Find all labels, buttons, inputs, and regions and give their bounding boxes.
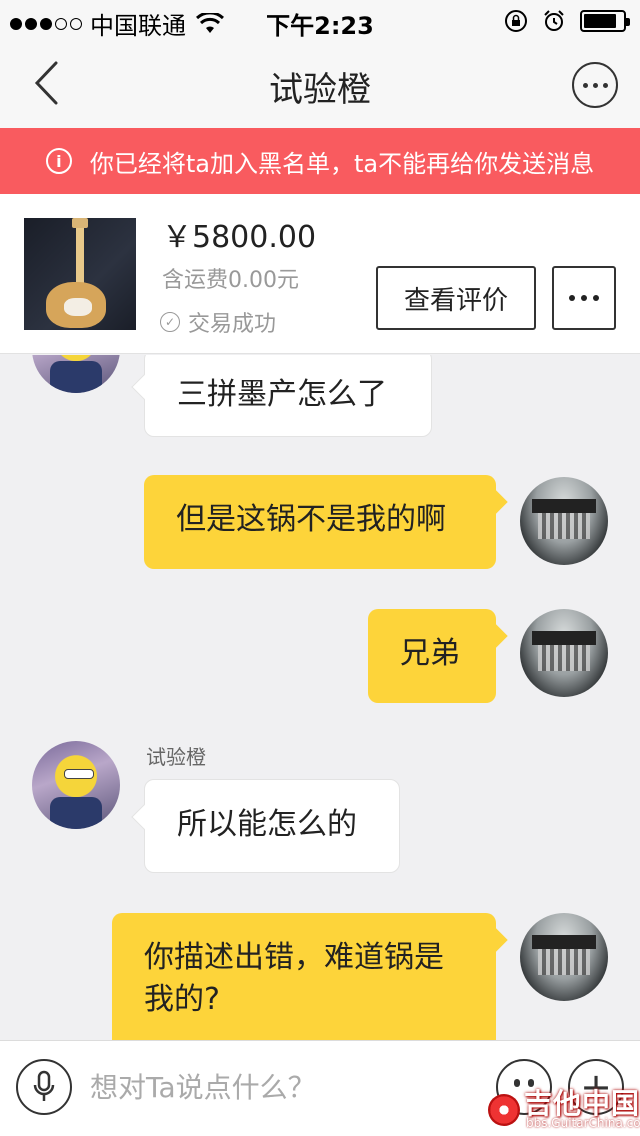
message-bubble-outgoing[interactable]: 兄弟 (368, 609, 508, 703)
message-text-line: 我的? (144, 982, 220, 1017)
my-avatar[interactable] (520, 609, 608, 697)
contact-avatar[interactable] (32, 741, 120, 829)
product-price: ￥5800.00 (162, 220, 317, 255)
shipping-fee: 含运费0.00元 (162, 268, 299, 293)
more-horizontal-icon (569, 295, 575, 301)
guitarchina-logo-icon (488, 1094, 520, 1126)
chat-messages[interactable]: 三拼墨产怎么了 但是这锅不是我的啊 兄弟 试验橙 所以能怎么的 你描述出错，难道… (0, 355, 640, 1040)
battery-icon (580, 10, 630, 32)
info-icon: i (45, 148, 72, 174)
my-avatar[interactable] (520, 477, 608, 565)
message-bubble-incoming[interactable]: 三拼墨产怎么了 (131, 355, 432, 437)
message-bubble-outgoing[interactable]: 但是这锅不是我的啊 (144, 475, 508, 569)
message-text: 三拼墨产怎么了 (177, 377, 387, 412)
nav-bar: 试验橙 (0, 40, 640, 128)
microphone-icon (33, 1070, 55, 1101)
trade-status: ✓ 交易成功 (160, 306, 276, 338)
alarm-icon (544, 10, 564, 31)
sender-name: 试验橙 (146, 745, 206, 769)
blacklist-banner: i 你已经将ta加入黑名单，ta不能再给你发送消息 (0, 128, 640, 194)
watermark-url: bbs.GuitarChina.com (526, 1116, 640, 1130)
my-avatar[interactable] (520, 913, 608, 1001)
view-review-button[interactable]: 查看评价 (376, 266, 536, 330)
message-bubble-incoming[interactable]: 所以能怎么的 (131, 779, 400, 873)
message-input[interactable] (90, 1059, 480, 1115)
check-circle-icon: ✓ (160, 312, 180, 332)
page-title: 试验橙 (269, 70, 371, 110)
watermark: 吉他中国 bbs.GuitarChina.com (484, 1080, 640, 1136)
message-text: 但是这锅不是我的啊 (176, 502, 446, 537)
more-options-button[interactable] (572, 62, 618, 108)
message-text: 兄弟 (400, 636, 460, 671)
message-text-line: 你描述出错，难道锅是 (144, 940, 444, 975)
more-horizontal-icon (582, 82, 588, 88)
banner-text: 你已经将ta加入黑名单，ta不能再给你发送消息 (89, 149, 595, 178)
product-thumbnail[interactable] (24, 218, 136, 330)
product-more-button[interactable] (552, 266, 616, 330)
voice-input-button[interactable] (16, 1059, 72, 1115)
orientation-lock-icon (505, 10, 527, 32)
product-card[interactable]: ￥5800.00 含运费0.00元 ✓ 交易成功 查看评价 (0, 194, 640, 354)
contact-avatar[interactable] (32, 355, 120, 393)
message-bubble-outgoing[interactable]: 你描述出错，难道锅是 我的? (112, 913, 508, 1040)
status-bar: 中国联通 下午2:23 (0, 0, 640, 40)
trade-status-label: 交易成功 (188, 312, 277, 337)
message-text: 所以能怎么的 (177, 807, 357, 842)
